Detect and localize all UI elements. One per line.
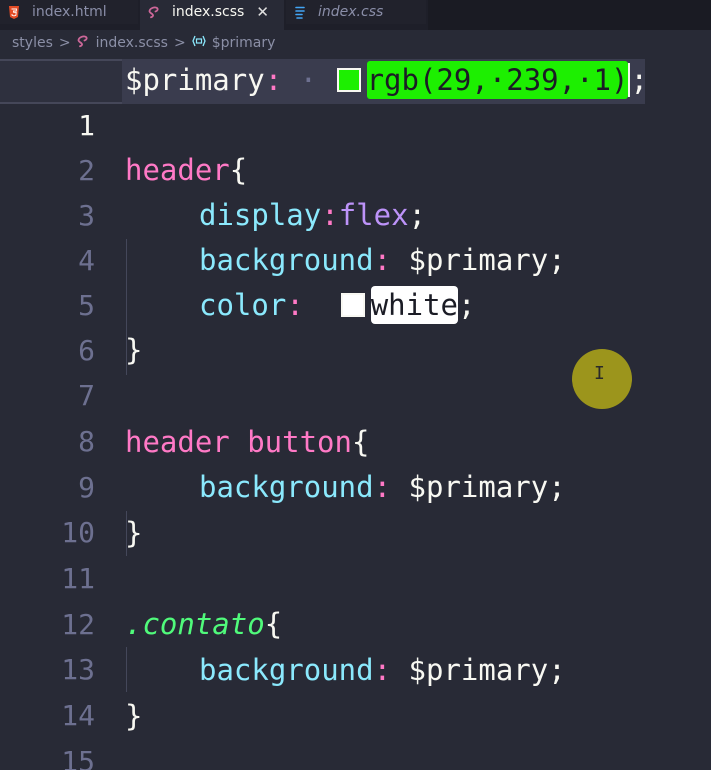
token-colon: :	[373, 243, 392, 277]
token-selector: header button	[125, 425, 352, 459]
tab-bar-empty-area	[428, 0, 711, 30]
token-brace: }	[125, 516, 143, 550]
breadcrumb-item-symbol[interactable]: $primary	[212, 35, 276, 51]
line-number: 15	[61, 745, 95, 770]
line-content: header button{	[125, 420, 369, 465]
token-brace: }	[125, 699, 143, 733]
breadcrumb-separator: >	[58, 35, 71, 51]
token-brace: {	[264, 607, 283, 641]
line-content: header{	[125, 148, 247, 193]
line-content: .contato{	[125, 602, 282, 647]
code-line[interactable]: 5 background: $primary;	[0, 238, 711, 322]
token-variable: $primary	[391, 470, 549, 504]
token-variable: $primary	[125, 63, 265, 97]
code-line[interactable]: 1 $primary: · rgb(29,·239,·1);	[0, 58, 711, 142]
token-value: flex	[338, 198, 409, 232]
code-line[interactable]: 2	[0, 103, 711, 187]
tab-label: index.css	[318, 4, 384, 20]
code-line[interactable]: 4 display:flex;	[0, 193, 711, 277]
token-semicolon: ;	[630, 63, 648, 97]
line-content: background: $primary;	[199, 465, 566, 510]
tab-index-css[interactable]: index.css	[286, 0, 426, 24]
css3-icon	[294, 6, 306, 19]
tab-index-html[interactable]: index.html	[0, 0, 138, 24]
token-semicolon: ;	[458, 288, 476, 322]
token-property: background	[199, 653, 374, 687]
token-variable: $primary	[391, 653, 549, 687]
code-editor[interactable]: 1 $primary: · rgb(29,·239,·1); 2 3 heade…	[0, 56, 711, 770]
token-selector: header	[125, 153, 230, 187]
line-content: color: white;	[199, 283, 475, 328]
token-semicolon: ;	[408, 198, 426, 232]
token-color-value: white	[370, 286, 459, 324]
line-content: }	[125, 511, 142, 556]
token-brace: }	[125, 333, 143, 367]
token-class-selector: .contato	[125, 607, 265, 641]
token-semicolon: ;	[548, 470, 566, 504]
code-line[interactable]: 3 header{	[0, 148, 711, 232]
color-swatch-white[interactable]	[340, 293, 365, 317]
breadcrumb-item-file[interactable]: index.scss	[96, 35, 168, 51]
whitespace-dot: ·	[299, 63, 318, 97]
variable-icon	[191, 35, 206, 51]
line-content: background: $primary;	[199, 648, 566, 693]
token-semicolon: ;	[548, 653, 566, 687]
editor-window: index.html index.scss ✕ index.css styles…	[0, 0, 711, 770]
code-line[interactable]: 15 }	[0, 694, 711, 770]
breadcrumb-separator: >	[173, 35, 186, 51]
color-swatch-green[interactable]	[336, 68, 361, 92]
sass-icon	[77, 35, 90, 52]
sass-icon	[148, 6, 160, 19]
token-brace: {	[229, 153, 248, 187]
breadcrumb: styles > index.scss > $primary	[0, 32, 711, 54]
text-cursor-icon: I	[594, 363, 605, 384]
line-content: }	[125, 694, 142, 739]
html5-icon	[8, 5, 20, 19]
code-line[interactable]: 9 header button{	[0, 420, 711, 504]
token-property: display	[199, 198, 322, 232]
line-content: }	[125, 328, 142, 373]
code-line[interactable]: 10 background: $primary;	[0, 465, 711, 549]
code-line[interactable]: 6 color: white;	[0, 283, 711, 367]
code-line[interactable]: 12	[0, 557, 711, 641]
token-brace: {	[351, 425, 370, 459]
token-colon: :	[286, 288, 304, 322]
close-icon[interactable]: ✕	[256, 3, 269, 21]
tab-label: index.scss	[172, 4, 245, 20]
code-line[interactable]: 14 background: $primary;	[0, 648, 711, 732]
token-semicolon: ;	[548, 243, 566, 277]
line-content: background: $primary;	[199, 238, 566, 283]
code-line[interactable]: 11 }	[0, 511, 711, 595]
token-property: color	[199, 288, 287, 322]
token-colon: :	[264, 63, 283, 97]
line-content: display:flex;	[199, 193, 426, 238]
token-colon: :	[321, 198, 339, 232]
token-property: background	[199, 470, 374, 504]
code-line[interactable]: 13 .contato{	[0, 602, 711, 686]
tab-label: index.html	[32, 4, 107, 20]
token-color-value: rgb(29,·239,·1)	[366, 61, 629, 99]
line-content: $primary: · rgb(29,·239,·1);	[125, 58, 648, 103]
breadcrumb-item-folder[interactable]: styles	[12, 35, 53, 51]
token-variable: $primary	[391, 243, 549, 277]
tab-index-scss[interactable]: index.scss ✕	[140, 0, 284, 30]
token-property: background	[199, 243, 374, 277]
token-colon: :	[373, 653, 392, 687]
tab-bar: index.html index.scss ✕ index.css	[0, 0, 711, 30]
token-colon: :	[373, 470, 392, 504]
